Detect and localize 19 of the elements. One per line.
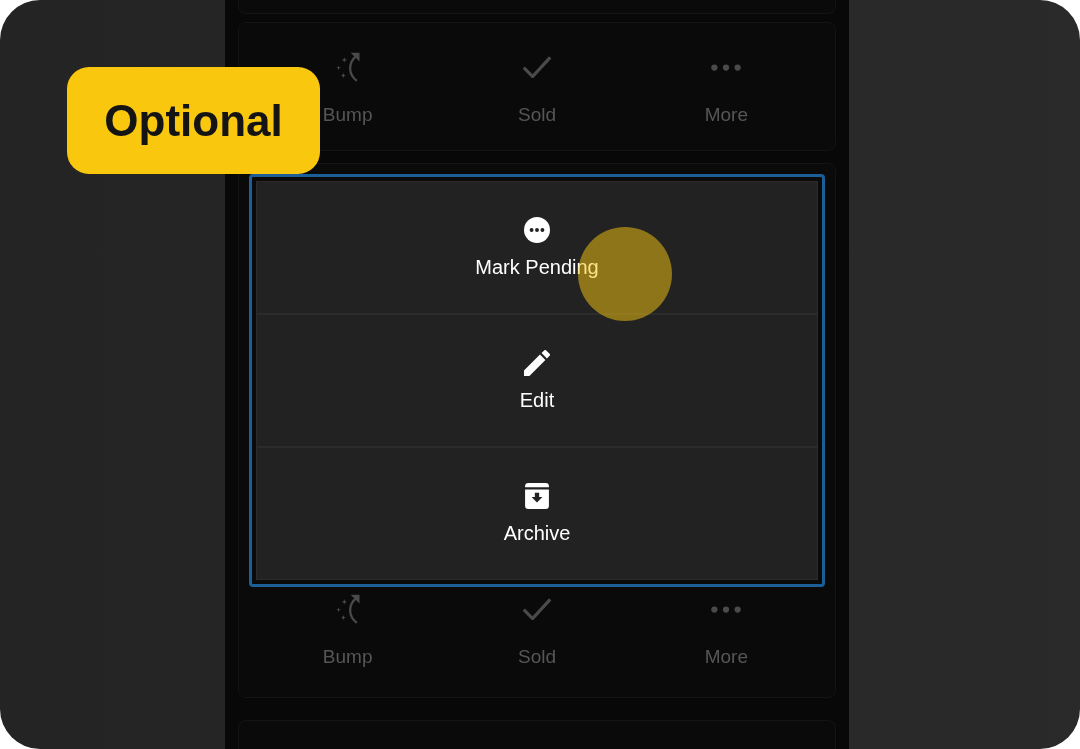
action-button[interactable]: Bump bbox=[322, 51, 373, 125]
action-button[interactable]: Sold bbox=[517, 51, 556, 125]
dots-circle-icon bbox=[524, 216, 550, 243]
pencil-icon bbox=[524, 349, 550, 376]
menu-item[interactable]: Edit bbox=[257, 315, 817, 446]
menu-item[interactable]: Mark Pending bbox=[257, 182, 817, 313]
checkmark-icon bbox=[522, 56, 552, 78]
action-button[interactable]: Bump bbox=[322, 593, 373, 667]
sparkle-arrow-icon bbox=[335, 52, 360, 82]
action-button[interactable]: Sold bbox=[517, 593, 556, 667]
more-icon bbox=[711, 63, 742, 71]
callout-label: Optional bbox=[67, 67, 320, 174]
action-button[interactable]: More bbox=[704, 593, 748, 667]
archive-box-icon bbox=[525, 482, 549, 509]
action-button[interactable]: More bbox=[704, 51, 748, 125]
menu-item[interactable]: Archive bbox=[257, 448, 817, 579]
more-icon bbox=[711, 605, 742, 613]
checkmark-icon bbox=[522, 598, 552, 620]
sparkle-arrow-icon bbox=[335, 594, 360, 624]
